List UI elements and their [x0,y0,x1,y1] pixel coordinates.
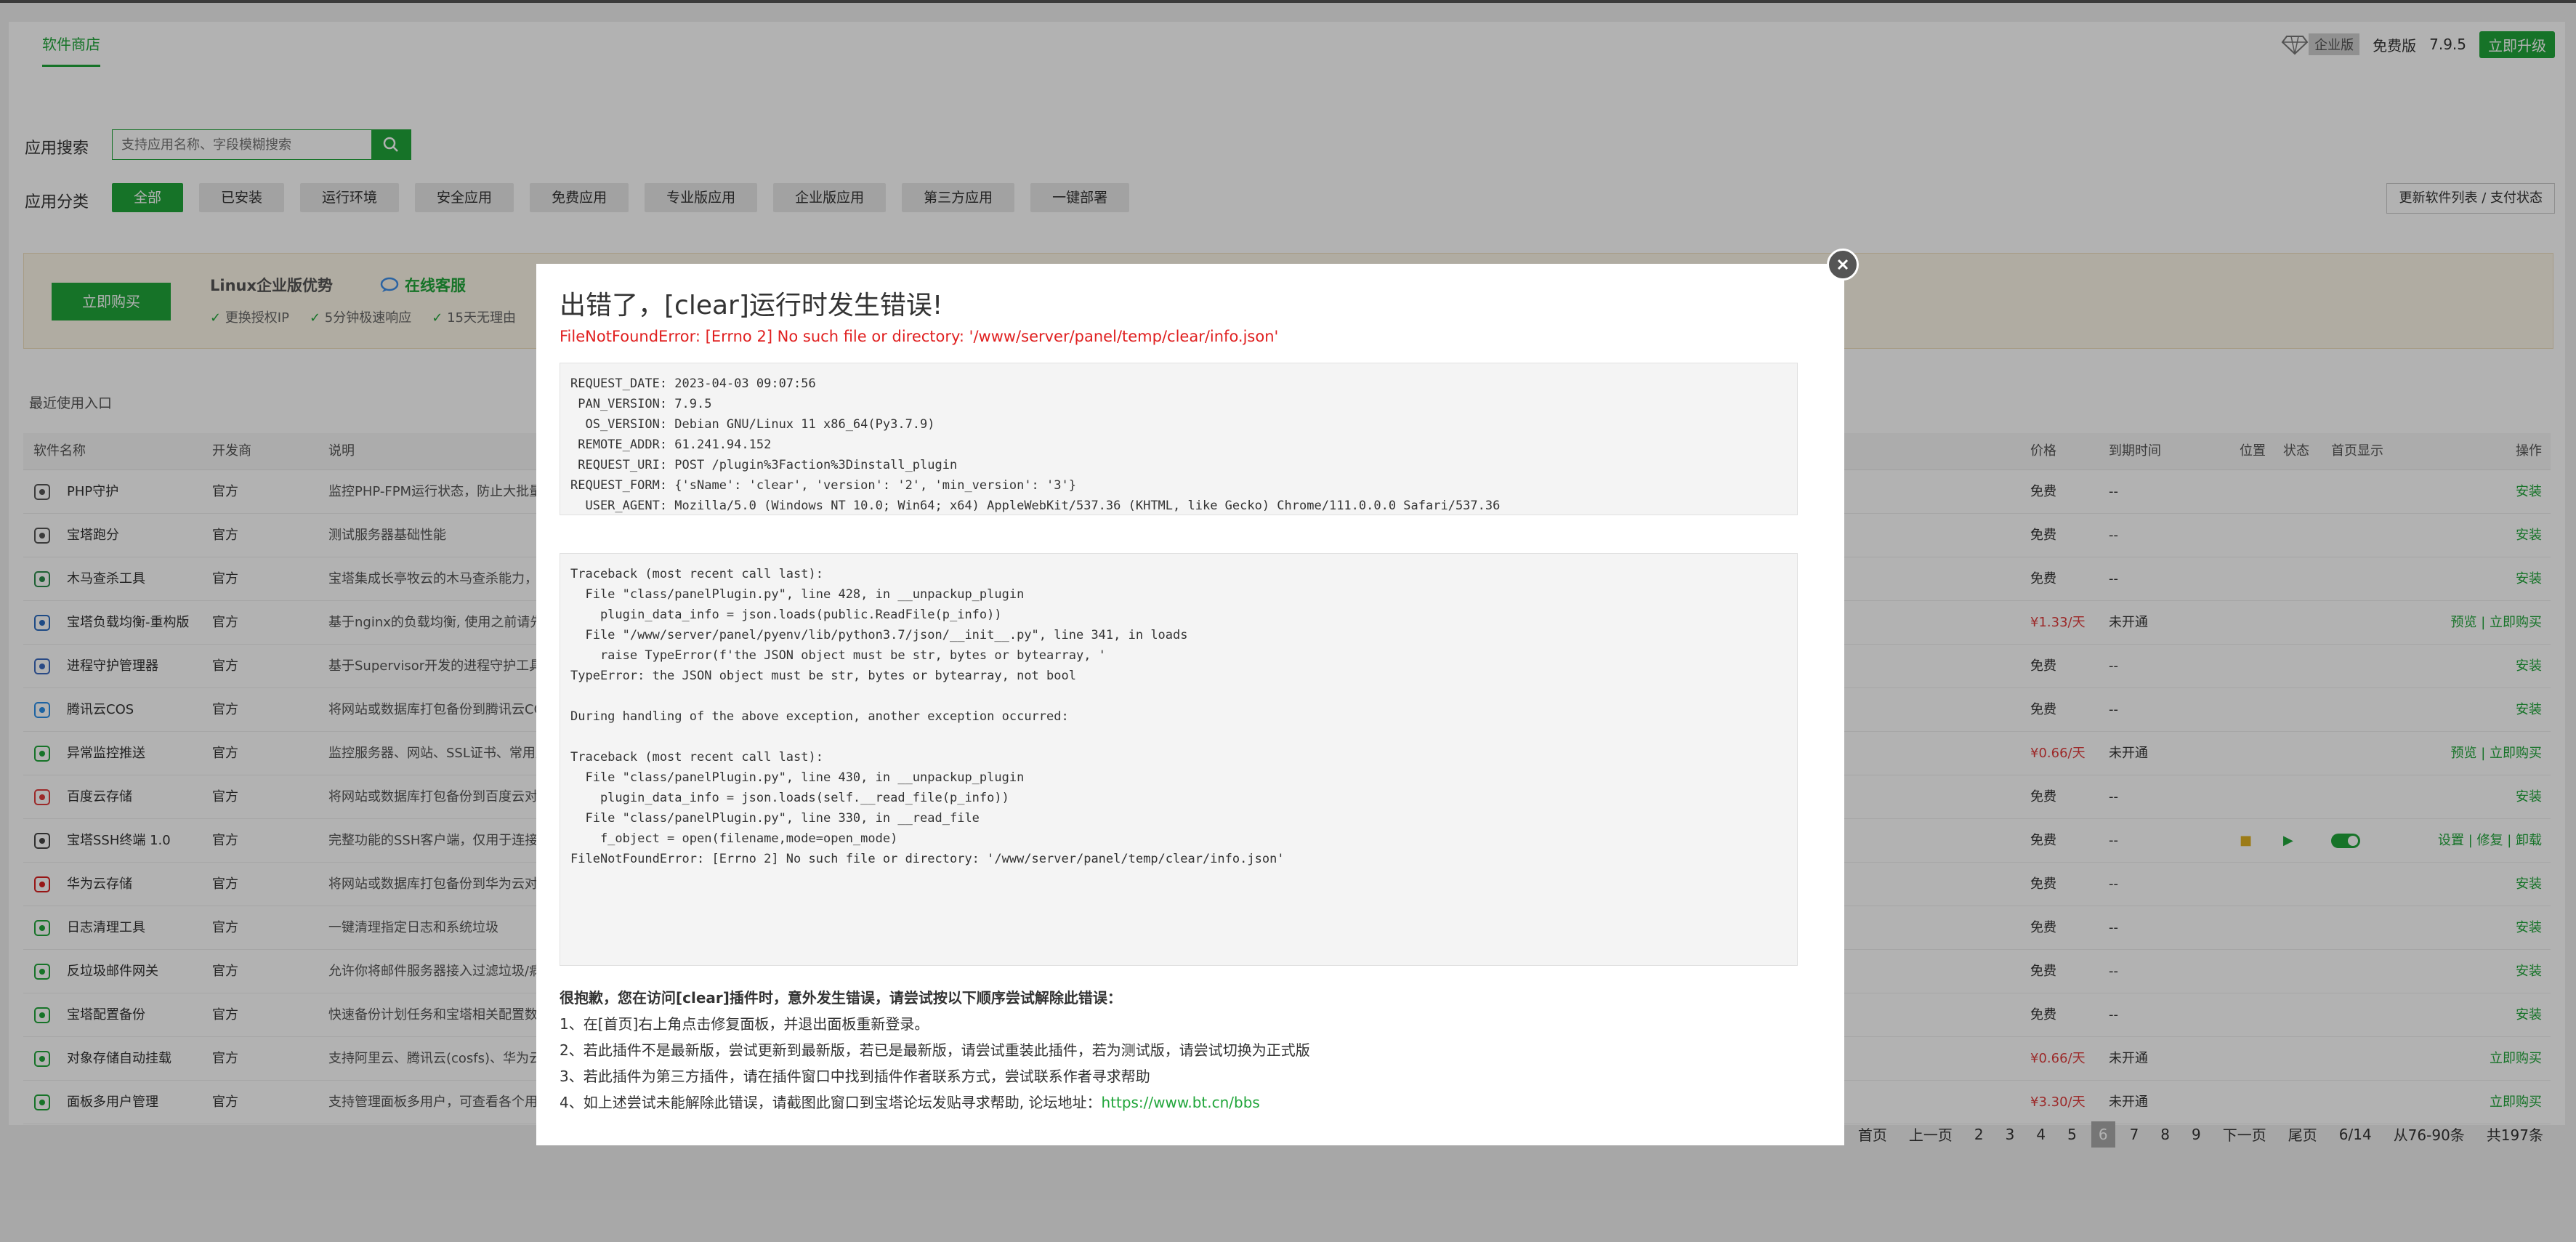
tip4-text: 4、如上述尝试未能解除此错误，请截图此窗口到宝塔论坛发贴寻求帮助, 论坛地址： [560,1094,1102,1111]
tip-item: 4、如上述尝试未能解除此错误，请截图此窗口到宝塔论坛发贴寻求帮助, 论坛地址：h… [560,1089,1310,1116]
request-info-block: REQUEST_DATE: 2023-04-03 09:07:56 PAN_VE… [560,363,1798,515]
tip-item: 3、若此插件为第三方插件，请在插件窗口中找到插件作者联系方式，尝试联系作者寻求帮… [560,1068,1150,1085]
close-dialog-button[interactable] [1827,249,1859,281]
tips-heading: 很抱歉，您在访问[clear]插件时，意外发生错误，请尝试按以下顺序尝试解除此错… [560,989,1122,1007]
close-icon [1837,259,1849,270]
help-tips: 很抱歉，您在访问[clear]插件时，意外发生错误，请尝试按以下顺序尝试解除此错… [560,985,1310,1116]
tip-item: 2、若此插件不是最新版，尝试更新到最新版，若已是最新版，请尝试重装此插件，若为测… [560,1041,1310,1059]
tip-item: 1、在[首页]右上角点击修复面板，并退出面板重新登录。 [560,1015,929,1033]
dialog-title: 出错了，[clear]运行时发生错误! [560,291,943,320]
traceback-block: Traceback (most recent call last): File … [560,553,1798,966]
forum-link[interactable]: https://www.bt.cn/bbs [1101,1094,1259,1111]
error-dialog: 出错了，[clear]运行时发生错误! FileNotFoundError: [… [536,264,1844,1145]
error-message: FileNotFoundError: [Errno 2] No such fil… [560,328,1279,345]
